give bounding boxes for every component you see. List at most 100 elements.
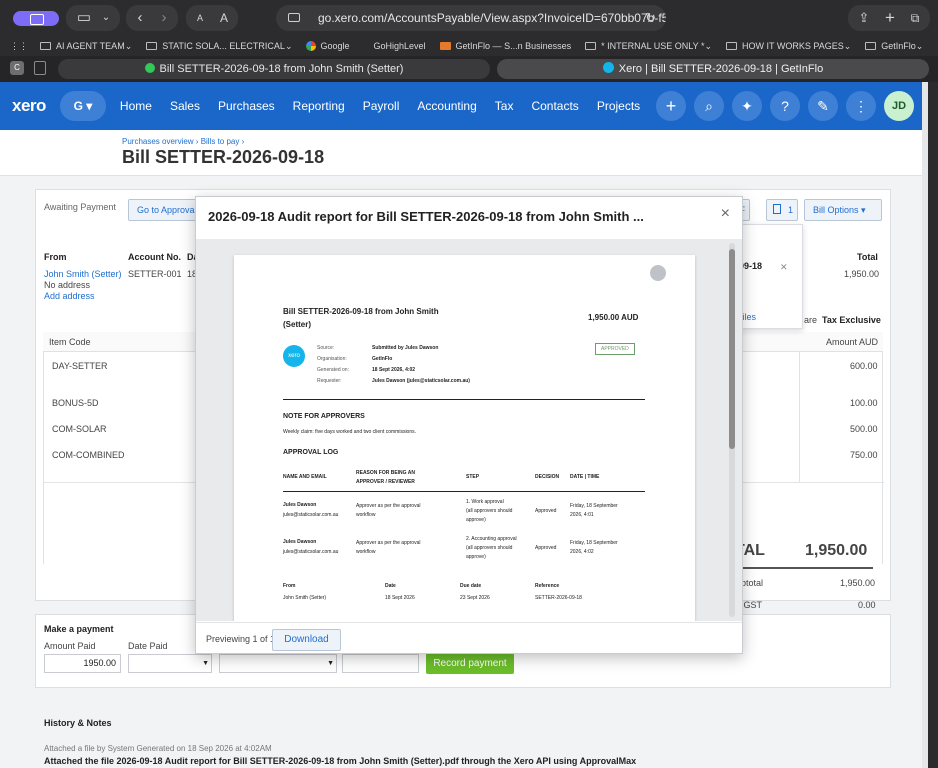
- help-icon[interactable]: ?: [770, 91, 800, 121]
- bookmark-item[interactable]: STATIC SOLA... ELECTRICAL ⌄: [146, 41, 292, 52]
- bookmark-item[interactable]: * INTERNAL USE ONLY * ⌄: [585, 41, 712, 52]
- page-scrollbar[interactable]: [922, 82, 928, 768]
- doc-divider: [283, 399, 645, 400]
- tab-pdf[interactable]: Bill SETTER-2026-09-18 from John Smith (…: [58, 59, 490, 79]
- share-icon[interactable]: ⇪: [854, 5, 874, 31]
- history-nav: ‹ ›: [126, 5, 178, 31]
- nav-reporting[interactable]: Reporting: [293, 99, 345, 113]
- nav-contacts[interactable]: Contacts: [531, 99, 578, 113]
- line-item-code: COM-COMBINED: [52, 450, 125, 460]
- profile-c-icon[interactable]: C: [10, 61, 24, 75]
- new-tab-icon[interactable]: +: [880, 5, 900, 31]
- bookmark-item[interactable]: GetInFlo ⌄: [865, 41, 923, 52]
- meta-key: Organisation:: [317, 356, 347, 362]
- nav-projects[interactable]: Projects: [597, 99, 640, 113]
- sidebar-icon: ▭: [76, 9, 92, 26]
- footer-ref-label: Reference: [535, 583, 560, 589]
- nav-tax[interactable]: Tax: [495, 99, 514, 113]
- amount-paid-input[interactable]: 1950.00: [44, 654, 121, 673]
- date-paid-input[interactable]: ▼: [128, 654, 212, 673]
- top-nav: xero G ▾ Home Sales Purchases Reporting …: [0, 82, 928, 130]
- bill-options-button[interactable]: Bill Options ▾: [804, 199, 882, 221]
- notes-icon[interactable]: ✎: [808, 91, 838, 121]
- subtotal-value: 1,950.00: [840, 578, 876, 588]
- log-reason-2: workflow: [356, 549, 376, 555]
- footer-date-label: Date: [385, 583, 396, 589]
- files-button[interactable]: 1: [766, 199, 798, 221]
- log-heading: APPROVAL LOG: [283, 449, 339, 456]
- scrollbar-thumb[interactable]: [729, 249, 735, 449]
- browser-toolbar: ▭ ⌄ ‹ › A A go.xero.com/AccountsPayable/…: [0, 0, 938, 36]
- sidebar-toggle-button[interactable]: [13, 11, 59, 26]
- doc-amount: 1,950.00 AUD: [588, 313, 639, 322]
- google-icon: [306, 41, 317, 51]
- url-text: go.xero.com/AccountsPayable/View.aspx?In…: [318, 11, 666, 25]
- breadcrumb[interactable]: Purchases overview › Bills to pay ›: [122, 137, 244, 146]
- footer-due-label: Due date: [460, 583, 482, 589]
- history-entry: Attached the file 2026-09-18 Audit repor…: [44, 756, 637, 766]
- chevron-down-icon: ▼: [202, 660, 209, 667]
- log-header-decision: DECISION: [535, 474, 560, 480]
- tab-xero-bill[interactable]: Xero | Bill SETTER-2026-09-18 | GetInFlo: [497, 59, 929, 79]
- bookmark-item[interactable]: GetInFlo — S...n Businesses: [439, 41, 571, 51]
- meta-value: 18 Sept 2026, 4:02: [372, 367, 416, 373]
- create-new-icon[interactable]: +: [656, 91, 686, 121]
- log-email: jules@staticsolar.com.au: [283, 512, 339, 518]
- back-button[interactable]: ‹: [130, 5, 150, 31]
- ai-assistant-icon[interactable]: ✦: [732, 91, 762, 121]
- xero-logo[interactable]: xero: [12, 96, 46, 116]
- add-address-link[interactable]: Add address: [44, 291, 95, 301]
- grand-total-value: 1,950.00: [805, 542, 868, 559]
- bookmark-item[interactable]: AI AGENT TEAM ⌄: [40, 41, 132, 52]
- download-button[interactable]: Download: [272, 629, 341, 651]
- preview-count: Previewing 1 of 1: [206, 634, 276, 644]
- tax-mode-value[interactable]: Tax Exclusive: [822, 315, 881, 325]
- line-item-amount: 750.00: [850, 450, 878, 460]
- bookmark-item[interactable]: HOW IT WORKS PAGES ⌄: [726, 41, 851, 52]
- meta-value: Jules Dawson (jules@staticsolar.com.au): [372, 378, 470, 384]
- increase-text-button[interactable]: A: [214, 5, 234, 31]
- bookmark-item[interactable]: Google: [306, 41, 350, 51]
- reference-input[interactable]: [342, 654, 419, 673]
- log-email: jules@staticsolar.com.au: [283, 549, 339, 555]
- contact-link[interactable]: John Smith (Setter): [44, 269, 122, 279]
- preview-scrollbar[interactable]: [729, 243, 735, 617]
- user-avatar[interactable]: JD: [884, 91, 914, 121]
- bookmark-item[interactable]: GoHighLevel: [374, 41, 426, 51]
- address-bar[interactable]: go.xero.com/AccountsPayable/View.aspx?In…: [276, 5, 666, 31]
- log-datetime: Friday, 18 September: [570, 540, 618, 546]
- log-step-3: approve): [466, 554, 486, 560]
- nav-payroll[interactable]: Payroll: [363, 99, 400, 113]
- record-payment-button[interactable]: Record payment: [426, 653, 514, 674]
- close-icon[interactable]: ✕: [780, 262, 788, 273]
- log-step: 1. Work approval: [466, 499, 504, 505]
- reload-icon[interactable]: ↻: [645, 5, 656, 31]
- page-title: Bill SETTER-2026-09-18: [122, 147, 325, 167]
- tab-group-icon[interactable]: [34, 61, 46, 75]
- total-label: Total: [857, 252, 878, 262]
- tabs-icon[interactable]: ⧉: [905, 5, 925, 31]
- close-icon[interactable]: ×: [721, 205, 730, 223]
- nav-sales[interactable]: Sales: [170, 99, 200, 113]
- more-icon[interactable]: ⋮: [846, 91, 876, 121]
- history-entry: Attached a file by System Generated on 1…: [44, 744, 272, 753]
- log-datetime-2: 2026, 4:02: [570, 549, 594, 555]
- log-reason-2: workflow: [356, 512, 376, 518]
- log-header-datetime: DATE | TIME: [570, 474, 600, 480]
- nav-purchases[interactable]: Purchases: [218, 99, 275, 113]
- search-icon[interactable]: ⌕: [694, 91, 724, 121]
- note-heading: NOTE FOR APPROVERS: [283, 413, 365, 420]
- tab-overview-button[interactable]: ▭ ⌄: [66, 5, 120, 31]
- no-address-text: No address: [44, 280, 91, 290]
- go-to-approvals-button[interactable]: Go to Approvals: [128, 199, 198, 221]
- apps-grid-icon[interactable]: ⋮⋮: [10, 41, 28, 52]
- decrease-text-button[interactable]: A: [190, 5, 210, 31]
- history-title[interactable]: History & Notes: [44, 718, 112, 728]
- org-switcher-button[interactable]: G ▾: [59, 91, 106, 121]
- nav-home[interactable]: Home: [120, 99, 152, 113]
- paid-from-select[interactable]: ▼: [219, 654, 337, 673]
- footer-date-value: 18 Sept 2026: [385, 595, 415, 601]
- nav-accounting[interactable]: Accounting: [417, 99, 476, 113]
- amount-header: Amount AUD: [826, 337, 879, 347]
- forward-button[interactable]: ›: [154, 5, 174, 31]
